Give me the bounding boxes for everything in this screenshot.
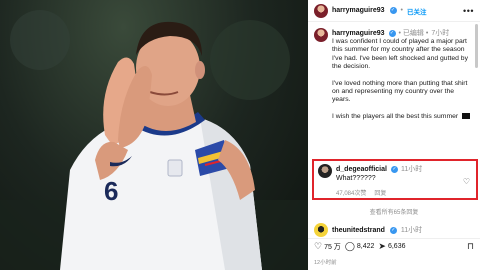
second-comment-time: 11小时 [400, 227, 423, 234]
comment-time: 11小时 [400, 166, 423, 173]
second-commenter-username[interactable]: theunitedstrand [332, 227, 385, 234]
commenter-username[interactable]: d_degeaofficial [336, 166, 387, 173]
caption-paragraph-2: I've loved nothing more than putting tha… [332, 79, 468, 104]
verified-badge-icon: ✓ [388, 29, 396, 37]
post-timestamp: 12小时前 [314, 260, 337, 266]
caption-time: 7小时 [431, 30, 450, 37]
verified-badge-icon: ✓ [389, 226, 397, 234]
caption-username[interactable]: harrymaguire93 [332, 30, 385, 37]
post-header: harrymaguire93 ✓ • 已关注 ••• [308, 0, 480, 22]
author-username[interactable]: harrymaguire93 [332, 7, 385, 14]
post-actions-bar: ♡ 75 万 ◯ 8,422 ➤ 6,636 ⊓ [308, 238, 480, 254]
post-caption: harrymaguire93 ✓ • 已编辑 • 7小时 I was confi… [308, 22, 480, 121]
bookmark-icon[interactable]: ⊓ [467, 241, 474, 252]
caption-paragraph-3: I wish the players all the best this sum… [332, 113, 474, 121]
share-action[interactable]: ➤ 6,636 [378, 241, 405, 252]
following-button[interactable]: 已关注 [407, 6, 427, 16]
second-commenter-avatar[interactable] [314, 223, 328, 237]
comment-icon[interactable]: ◯ [345, 241, 355, 252]
post-details-panel: harrymaguire93 ✓ • 已关注 ••• harrymaguire9… [308, 0, 480, 270]
comment-heart-icon[interactable]: ♡ [463, 177, 470, 186]
verified-badge-icon: ✓ [389, 7, 397, 14]
edited-label: • 已编辑 • [398, 30, 429, 37]
caption-avatar[interactable] [314, 28, 328, 42]
svg-text:6: 6 [104, 176, 118, 206]
post-photo: 6 [0, 0, 308, 270]
comment-action[interactable]: ◯ 8,422 [345, 241, 375, 252]
like-count: 75 万 [324, 243, 341, 251]
author-avatar[interactable] [314, 3, 328, 18]
comment-likes[interactable]: 47,084次赞 [336, 188, 366, 197]
england-flag-emoji-icon [462, 113, 471, 120]
comment-text: What?????? [336, 175, 376, 182]
player-photo-illustration: 6 [0, 10, 308, 270]
heart-icon[interactable]: ♡ [314, 241, 322, 252]
view-replies-link[interactable]: 查看所有65条回复 [308, 207, 480, 216]
comment-count: 8,422 [356, 243, 375, 250]
more-options-icon[interactable]: ••• [463, 6, 474, 16]
share-icon[interactable]: ➤ [378, 241, 386, 252]
caption-paragraph-1: I was confident I could of played a majo… [332, 38, 468, 71]
second-comment: theunitedstrand ✓ 11小时 [314, 223, 422, 237]
share-count: 6,636 [387, 243, 406, 250]
verified-badge-icon: ✓ [390, 165, 398, 173]
reply-button[interactable]: 回复 [374, 188, 386, 197]
commenter-avatar[interactable] [318, 164, 332, 178]
highlighted-comment: d_degeaofficial ✓ 11小时 What?????? 47,084… [312, 159, 478, 200]
like-action[interactable]: ♡ 75 万 [314, 241, 341, 252]
caption-scrollbar[interactable] [475, 24, 478, 68]
header-separator: • [400, 7, 403, 14]
